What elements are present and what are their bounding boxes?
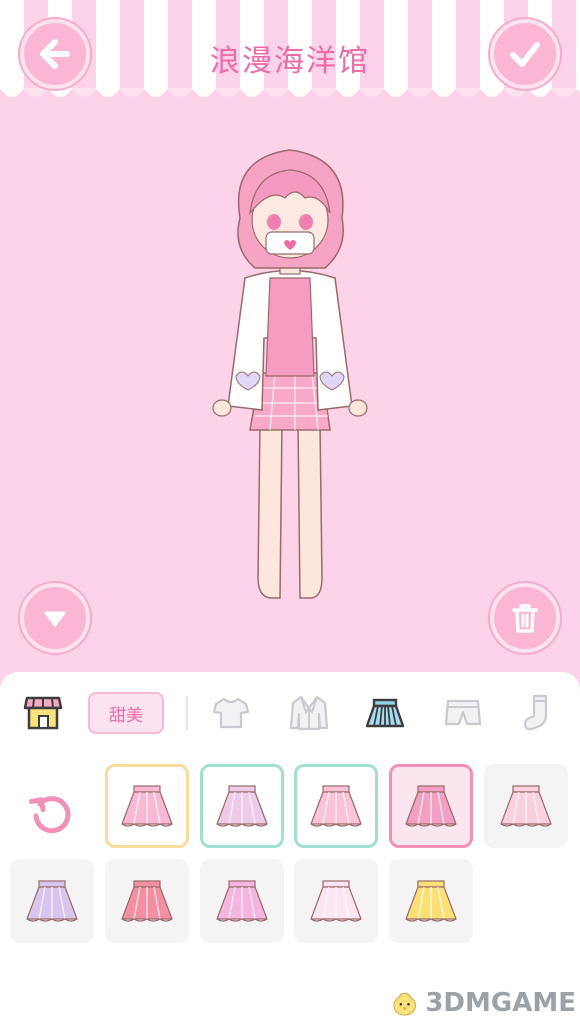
bubble-skirt-icon	[216, 880, 268, 922]
chick-logo-icon	[393, 992, 416, 1016]
jacket-icon	[289, 695, 329, 731]
sock-icon	[523, 694, 548, 731]
tab-pants[interactable]	[440, 690, 486, 736]
confirm-button[interactable]	[490, 19, 560, 89]
polka-skirt-icon	[121, 880, 173, 922]
category-tabs: 甜美	[0, 690, 580, 740]
wardrobe-item[interactable]	[484, 764, 568, 848]
wardrobe-item[interactable]	[10, 859, 94, 943]
tab-skirts[interactable]	[362, 690, 408, 736]
tab-socks[interactable]	[516, 690, 562, 736]
lavender-pleat-skirt-icon	[26, 880, 78, 922]
style-filter-chip[interactable]: 甜美	[88, 692, 164, 734]
tab-tops[interactable]	[208, 690, 254, 736]
wardrobe-item[interactable]	[200, 764, 284, 848]
skirt-icon	[365, 698, 405, 728]
shorts-icon	[444, 699, 482, 726]
tab-divider	[186, 696, 188, 730]
checkmark-icon	[510, 42, 540, 67]
chevron-down-icon	[44, 611, 66, 627]
trash-icon	[512, 604, 538, 633]
reset-button[interactable]	[22, 784, 82, 844]
wardrobe-item[interactable]	[294, 859, 378, 943]
check-skirt-icon	[500, 785, 552, 827]
tshirt-icon	[212, 697, 250, 729]
watermark-text: 3DMGAME	[425, 988, 576, 1018]
arrow-left-icon	[40, 39, 70, 69]
watermark-logo: 3DMGAME	[390, 978, 576, 1028]
wrap-skirt-icon	[405, 785, 457, 827]
yellow-skirt-icon	[405, 880, 457, 922]
wardrobe-item[interactable]	[389, 764, 473, 848]
dress-up-character	[212, 149, 368, 599]
back-button[interactable]	[20, 19, 90, 89]
delete-button[interactable]	[490, 583, 560, 653]
ruffle-skirt-icon	[310, 785, 362, 827]
collapse-button[interactable]	[20, 583, 90, 653]
wardrobe-item[interactable]	[105, 764, 189, 848]
wardrobe-item[interactable]	[294, 764, 378, 848]
tab-jackets[interactable]	[286, 690, 332, 736]
shop-icon	[23, 696, 63, 730]
reset-icon	[28, 796, 71, 834]
plaid-skirt-icon	[216, 785, 268, 827]
wardrobe-item[interactable]	[200, 859, 284, 943]
tutu-skirt-icon	[121, 785, 173, 827]
wardrobe-item[interactable]	[389, 859, 473, 943]
wardrobe-item[interactable]	[105, 859, 189, 943]
shop-button[interactable]	[20, 690, 66, 736]
dressing-stage: 浪漫海洋馆	[0, 0, 580, 690]
lace-skirt-icon	[310, 880, 362, 922]
